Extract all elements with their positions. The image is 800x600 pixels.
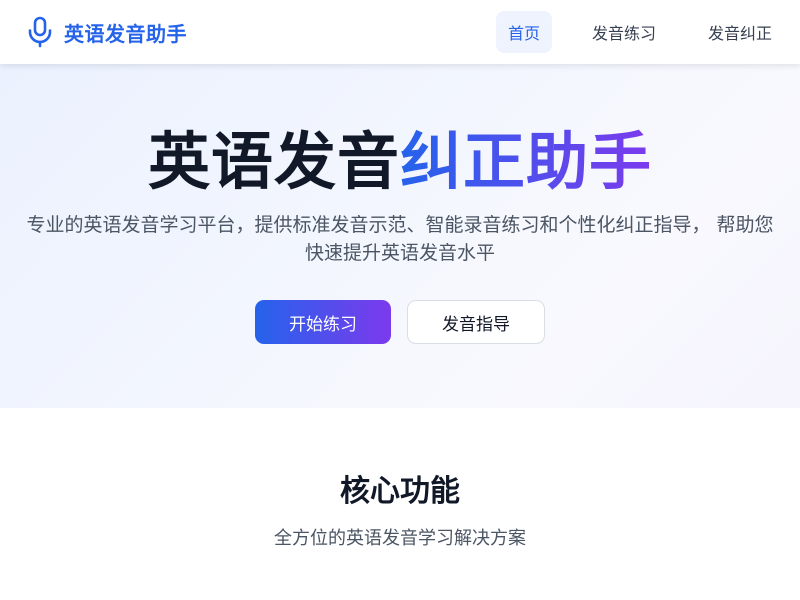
features-section: 核心功能 全方位的英语发音学习解决方案 xyxy=(0,408,800,600)
nav-item-home[interactable]: 首页 xyxy=(495,11,552,53)
hero-title-plain: 英语发音 xyxy=(147,125,400,198)
nav-item-practice[interactable]: 发音练习 xyxy=(580,11,668,53)
features-subtitle: 全方位的英语发音学习解决方案 xyxy=(274,528,526,549)
main-nav: 首页 发音练习 发音纠正 xyxy=(495,11,784,53)
start-practice-button[interactable]: 开始练习 xyxy=(255,300,391,344)
pronunciation-guide-button[interactable]: 发音指导 xyxy=(407,300,545,344)
nav-item-correction[interactable]: 发音纠正 xyxy=(696,11,784,53)
hero-actions: 开始练习 发音指导 xyxy=(0,300,800,344)
brand-name: 英语发音助手 xyxy=(64,21,187,46)
microphone-icon xyxy=(26,16,54,48)
brand[interactable]: 英语发音助手 xyxy=(26,16,187,48)
hero-title: 英语发音纠正助手 xyxy=(0,122,800,202)
hero-title-accent: 纠正助手 xyxy=(400,125,653,198)
features-title: 核心功能 xyxy=(340,474,460,509)
hero-section: 英语发音纠正助手 专业的英语发音学习平台，提供标准发音示范、智能录音练习和个性化… xyxy=(0,64,800,408)
top-navbar: 英语发音助手 首页 发音练习 发音纠正 xyxy=(0,0,800,64)
hero-subtitle: 专业的英语发音学习平台，提供标准发音示范、智能录音练习和个性化纠正指导， 帮助您… xyxy=(26,214,774,264)
